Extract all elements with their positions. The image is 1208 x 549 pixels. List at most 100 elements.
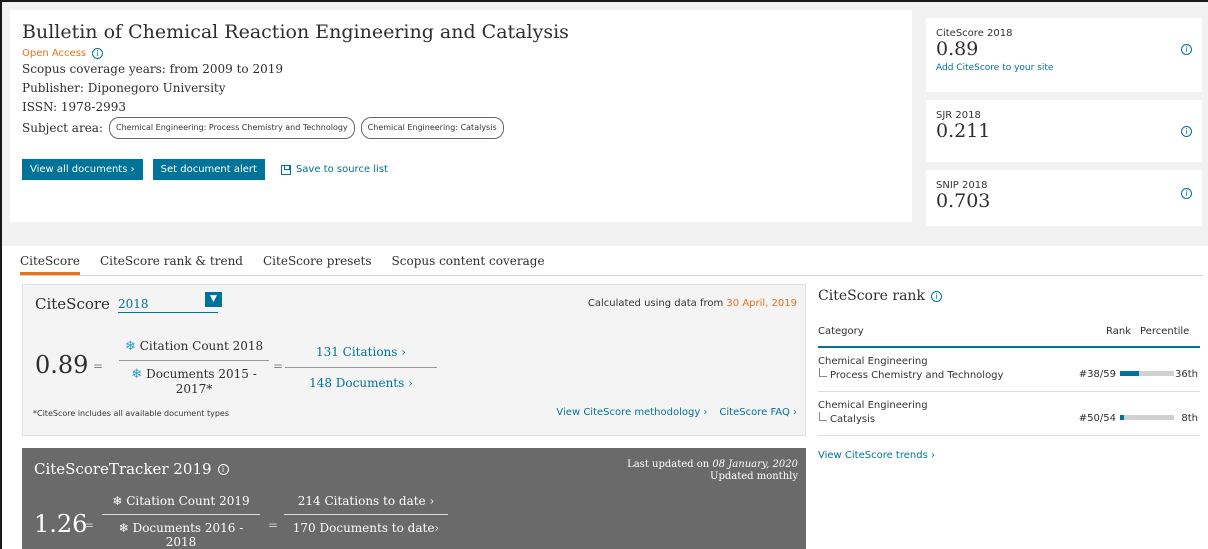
subject-label: Subject area: xyxy=(22,121,103,135)
calc-date: 30 April, 2019 xyxy=(726,298,797,309)
year-select[interactable]: 2018 ▼ xyxy=(117,292,222,313)
journal-details: Bulletin of Chemical Reaction Engineerin… xyxy=(10,10,912,222)
rank-category: Chemical Engineering xyxy=(818,356,928,367)
tracker-formula-values: 214 Citations to date › 170 Documents to… xyxy=(284,494,448,535)
snowflake-icon: ❄ xyxy=(118,521,133,535)
denominator-text: Documents 2015 - 2017* xyxy=(146,367,257,396)
rank-row: Chemical Engineering Process Chemistry a… xyxy=(818,348,1200,392)
tracker-denominator-text: Documents 2016 - 2018 xyxy=(132,521,244,549)
tracker-numerator-label: ❄ Citation Count 2019 xyxy=(102,494,260,508)
metric-value: 0.89 xyxy=(936,38,979,60)
add-citescore-link[interactable]: Add CiteScore to your site xyxy=(936,63,1192,73)
citescore-value: 0.89 xyxy=(35,351,89,379)
tab-citescore-rank-trend[interactable]: CiteScore rank & trend xyxy=(100,254,243,275)
formula-values: 131 Citations › 148 Documents › xyxy=(285,345,437,390)
col-percentile: Percentile xyxy=(1140,326,1190,337)
citescore-faq-link[interactable]: CiteScore FAQ › xyxy=(719,407,797,418)
action-buttons: View all documents › Set document alert … xyxy=(22,159,900,180)
tracker-documents-link[interactable]: 170 Documents to date› xyxy=(284,521,448,535)
citescore-metric-card: CiteScore 2018 0.89 Add CiteScore to you… xyxy=(926,18,1202,92)
equals-sign: = xyxy=(273,359,284,373)
tracker-title: CiteScoreTracker 2019 xyxy=(34,460,212,478)
open-access-text: Open Access xyxy=(22,48,87,59)
citescore-header: CiteScore 2018 ▼ xyxy=(35,292,222,313)
fraction-line xyxy=(102,514,260,515)
tracker-citations-link[interactable]: 214 Citations to date › xyxy=(284,494,448,508)
citescore-panel: CiteScore 2018 ▼ Calculated using data f… xyxy=(22,284,806,436)
calculation-date: Calculated using data from 30 April, 201… xyxy=(588,298,797,309)
fraction-line xyxy=(285,367,437,368)
info-icon[interactable]: i xyxy=(1181,44,1192,55)
open-access-label: Open Access i xyxy=(22,48,900,59)
info-icon[interactable]: i xyxy=(1181,126,1192,137)
equals-sign: = xyxy=(84,518,95,532)
metrics-tabs: CiteScore CiteScore rank & trend CiteSco… xyxy=(20,254,1203,276)
tracker-formula-labels: ❄ Citation Count 2019 ❄ Documents 2016 -… xyxy=(102,494,260,549)
rank-row: Chemical Engineering Catalysis #50/54 8t… xyxy=(818,392,1200,436)
percentile-bar xyxy=(1120,371,1174,376)
save-link-label: Save to source list xyxy=(295,164,388,175)
subject-pill[interactable]: Chemical Engineering: Catalysis xyxy=(360,117,504,139)
percentile-fill xyxy=(1120,415,1125,420)
metric-value: 0.703 xyxy=(936,190,991,212)
info-icon[interactable]: i xyxy=(217,463,229,475)
fraction-line xyxy=(284,514,448,515)
rank-title: CiteScore rank xyxy=(818,288,925,304)
subject-area: Subject area: Chemical Engineering: Proc… xyxy=(22,117,900,139)
sjr-metric-card: SJR 2018 0.211 i xyxy=(926,100,1202,162)
snip-metric-card: SNIP 2018 0.703 i xyxy=(926,170,1202,226)
formula-labels: ❄ Citation Count 2018 ❄ Documents 2015 - 2… xyxy=(119,339,269,396)
rank-value: #50/54 xyxy=(1078,413,1116,424)
percentile-value: 36th xyxy=(1175,369,1198,380)
tab-citescore[interactable]: CiteScore xyxy=(20,254,80,275)
tracker-denominator-label: ❄ Documents 2016 - 2018 xyxy=(102,521,260,549)
tracker-updated: Last updated on 08 January, 2020 Updated… xyxy=(627,459,798,483)
info-icon[interactable]: i xyxy=(92,48,104,59)
year-value: 2018 xyxy=(117,297,149,311)
citescore-tracker-panel: CiteScoreTracker 2019 i Last updated on … xyxy=(22,448,806,549)
coverage-years: Scopus coverage years: from 2009 to 2019 xyxy=(22,62,283,76)
view-all-documents-button[interactable]: View all documents › xyxy=(22,159,143,180)
subject-pill[interactable]: Chemical Engineering: Process Chemistry … xyxy=(109,117,355,139)
snowflake-icon: ❄ xyxy=(112,494,127,508)
calc-prefix: Calculated using data from xyxy=(587,298,727,309)
numerator-label: ❄ Citation Count 2018 xyxy=(119,339,269,354)
numerator-text: Citation Count 2018 xyxy=(139,339,264,353)
rank-category: Chemical Engineering xyxy=(818,400,928,411)
percentile-fill xyxy=(1120,371,1140,376)
percentile-bar xyxy=(1120,415,1174,420)
view-citescore-trends-link[interactable]: View CiteScore trends › xyxy=(818,450,1204,461)
journal-title: Bulletin of Chemical Reaction Engineerin… xyxy=(22,21,569,43)
equals-sign: = xyxy=(93,359,104,373)
view-methodology-link[interactable]: View CiteScore methodology › xyxy=(556,407,707,418)
citescore-links: View CiteScore methodology › CiteScore F… xyxy=(556,407,797,418)
source-header: Bulletin of Chemical Reaction Engineerin… xyxy=(2,2,1208,246)
chevron-down-icon[interactable]: ▼ xyxy=(204,292,222,307)
rank-header: CiteScore rank i xyxy=(818,288,1204,304)
info-icon[interactable]: i xyxy=(930,290,942,302)
tab-citescore-presets[interactable]: CiteScore presets xyxy=(263,254,372,275)
documents-link[interactable]: 148 Documents › xyxy=(285,376,437,390)
metric-value: 0.211 xyxy=(936,120,991,142)
snowflake-icon: ❄ xyxy=(124,339,136,354)
updated-line: Last updated on 08 January, 2020 xyxy=(627,459,798,471)
save-icon xyxy=(280,164,291,175)
snowflake-icon: ❄ xyxy=(131,367,143,382)
set-document-alert-button[interactable]: Set document alert xyxy=(152,159,265,180)
issn: ISSN: 1978-2993 xyxy=(22,100,127,114)
percentile-value: 8th xyxy=(1181,413,1198,424)
save-to-source-list-link[interactable]: Save to source list xyxy=(280,164,388,175)
tab-scopus-content-coverage[interactable]: Scopus content coverage xyxy=(392,254,545,275)
citescore-title: CiteScore xyxy=(35,295,110,313)
denominator-label: ❄ Documents 2015 - 2017* xyxy=(119,367,269,396)
rank-value: #38/59 xyxy=(1078,369,1116,380)
rank-table-header: Category Rank Percentile xyxy=(818,326,1200,348)
fraction-line xyxy=(119,360,269,361)
info-icon[interactable]: i xyxy=(1181,188,1192,199)
citescore-rank-panel: CiteScore rank i Category Rank Percentil… xyxy=(818,284,1204,549)
tracker-numerator-text: Citation Count 2019 xyxy=(126,494,250,508)
updated-frequency: Updated monthly xyxy=(710,471,798,482)
updated-prefix: Last updated on xyxy=(627,459,713,470)
tracker-header: CiteScoreTracker 2019 i xyxy=(34,460,229,478)
citations-link[interactable]: 131 Citations › xyxy=(285,345,437,359)
